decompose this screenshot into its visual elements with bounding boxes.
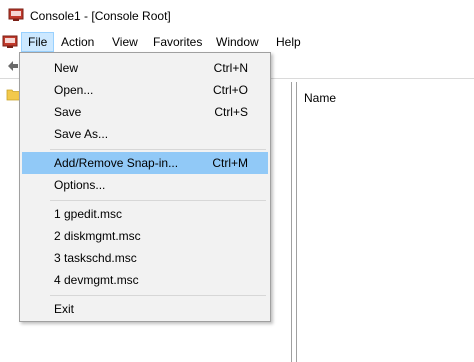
title-bar: Console1 - [Console Root] (0, 0, 474, 32)
menu-item-shortcut: Ctrl+M (212, 156, 248, 170)
mmc-console-icon (8, 8, 24, 21)
menu-item-open[interactable]: Open... Ctrl+O (22, 79, 268, 101)
menu-separator (50, 295, 266, 296)
menu-item-label: Add/Remove Snap-in... (54, 156, 179, 170)
file-menu-dropdown: New Ctrl+N Open... Ctrl+O Save Ctrl+S Sa… (19, 52, 271, 322)
menu-item-exit[interactable]: Exit (22, 298, 268, 320)
menu-item-label: Exit (54, 302, 75, 316)
menu-item-save-as[interactable]: Save As... (22, 123, 268, 145)
menu-item-label: 2 diskmgmt.msc (54, 229, 141, 243)
mmc-console-icon[interactable] (2, 35, 18, 49)
menu-item-recent-3[interactable]: 3 taskschd.msc (22, 247, 268, 269)
menu-item-options[interactable]: Options... (22, 174, 268, 196)
back-arrow-icon[interactable] (5, 59, 19, 73)
menu-item-recent-4[interactable]: 4 devmgmt.msc (22, 269, 268, 291)
menu-item-label: Save As... (54, 127, 109, 141)
menu-item-recent-1[interactable]: 1 gpedit.msc (22, 203, 268, 225)
menu-separator (50, 200, 266, 201)
menu-item-label: Open... (54, 83, 94, 97)
menu-item-label: 3 taskschd.msc (54, 251, 137, 265)
menu-item-label: Options... (54, 178, 106, 192)
menu-item-shortcut: Ctrl+S (214, 105, 248, 119)
menu-item-label: 1 gpedit.msc (54, 207, 123, 221)
results-pane[interactable]: Name (297, 82, 474, 362)
window-title: Console1 - [Console Root] (30, 9, 171, 23)
menu-help[interactable]: Help (270, 32, 307, 52)
menu-item-shortcut: Ctrl+O (212, 83, 248, 97)
menu-item-label: 4 devmgmt.msc (54, 273, 139, 287)
menu-item-new[interactable]: New Ctrl+N (22, 57, 268, 79)
menu-item-recent-2[interactable]: 2 diskmgmt.msc (22, 225, 268, 247)
menu-item-save[interactable]: Save Ctrl+S (22, 101, 268, 123)
menu-item-shortcut: Ctrl+N (213, 61, 248, 75)
menu-action[interactable]: Action (55, 32, 100, 52)
menu-separator (50, 149, 266, 150)
menu-file[interactable]: File (21, 32, 55, 52)
menu-favorites[interactable]: Favorites (147, 32, 208, 52)
menu-item-label: New (54, 61, 79, 75)
menu-window[interactable]: Window (210, 32, 265, 52)
menu-item-add-remove-snap-in[interactable]: Add/Remove Snap-in... Ctrl+M (22, 152, 268, 174)
menu-bar: File Action View Favorites Window Help (0, 32, 474, 52)
column-header-name[interactable]: Name (304, 91, 336, 105)
menu-view[interactable]: View (106, 32, 144, 52)
menu-item-label: Save (54, 105, 82, 119)
